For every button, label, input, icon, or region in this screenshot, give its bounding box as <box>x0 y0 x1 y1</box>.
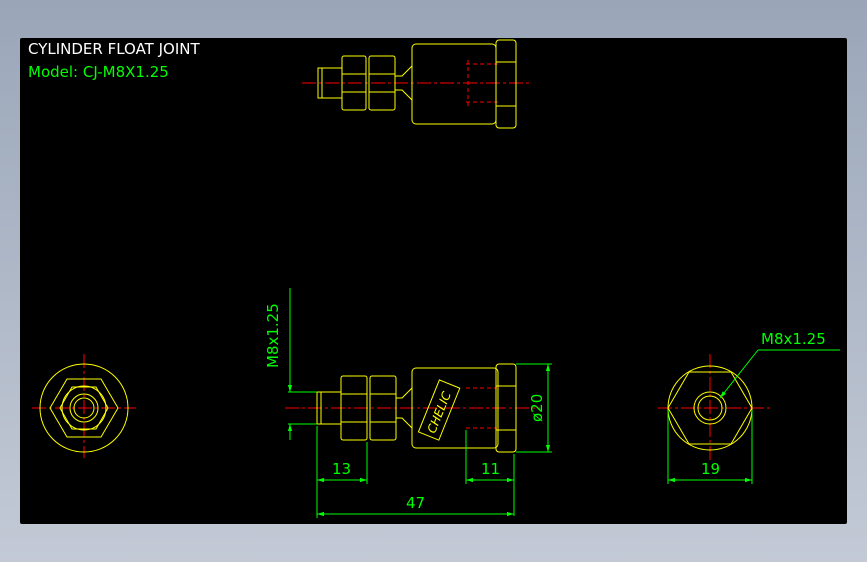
dim-47: 47 <box>406 494 425 512</box>
cad-drawing: CYLINDER FLOAT JOINT Model: CJ-M8X1.25 C… <box>28 39 840 518</box>
left-end-view <box>32 354 136 458</box>
front-view: CHELIC <box>285 363 540 453</box>
top-view <box>302 39 530 129</box>
top-body <box>411 43 497 125</box>
drawing-title: CYLINDER FLOAT JOINT <box>28 40 200 58</box>
dim-11: 11 <box>481 460 500 478</box>
right-end-view <box>658 354 772 462</box>
dimensions <box>287 288 840 518</box>
top-end-hex <box>495 39 517 129</box>
dim-13: 13 <box>332 460 351 478</box>
dim-thread-vertical: M8x1.25 <box>264 303 282 368</box>
dim-diameter: ø20 <box>528 394 546 422</box>
dim-thread-callout: M8x1.25 <box>761 330 826 348</box>
cad-viewport[interactable]: CYLINDER FLOAT JOINT Model: CJ-M8X1.25 C… <box>20 38 847 524</box>
brand-logo: CHELIC <box>417 379 461 441</box>
model-label: Model: CJ-M8X1.25 <box>28 63 169 81</box>
dim-19: 19 <box>701 460 720 478</box>
